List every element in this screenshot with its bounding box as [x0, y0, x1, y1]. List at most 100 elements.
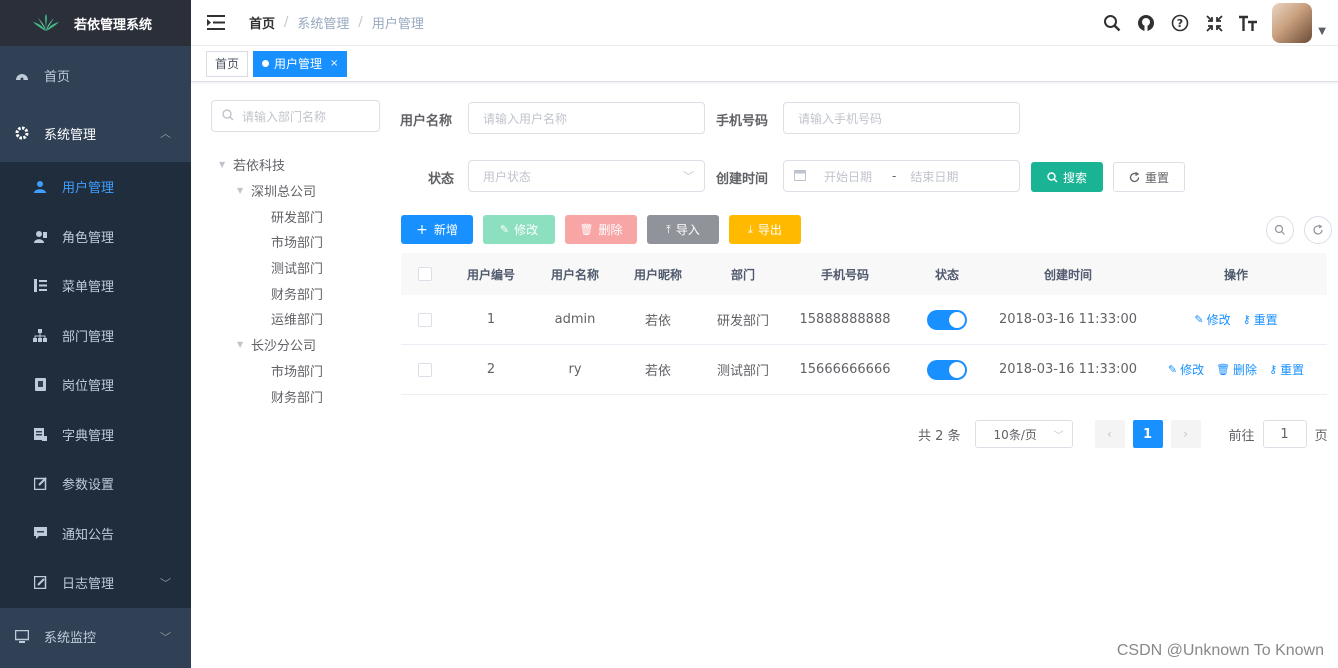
question-icon[interactable]: ? [1170, 13, 1190, 33]
message-icon [32, 525, 48, 541]
search-button[interactable]: 搜索 [1031, 162, 1103, 192]
link-label: 重置 [1280, 363, 1305, 377]
sidebar-item-dept[interactable]: 部门管理 [0, 311, 191, 361]
github-icon[interactable] [1136, 13, 1156, 33]
start-date-placeholder[interactable]: 开始日期 [824, 168, 872, 185]
refresh-button[interactable] [1304, 216, 1332, 244]
tags-view: 首页 用户管理 × [191, 46, 1338, 82]
sidebar-item-user[interactable]: 用户管理 [0, 162, 191, 212]
sidebar-item-role[interactable]: 角色管理 [0, 212, 191, 262]
next-page-button[interactable]: › [1170, 420, 1201, 448]
navbar-right: ? ▼ [1088, 0, 1326, 46]
sidebar-item-notice[interactable]: 通知公告 [0, 509, 191, 559]
sidebar-item-menu[interactable]: 菜单管理 [0, 261, 191, 311]
sidebar-item-label: 日志管理 [62, 577, 115, 593]
sidebar-item-log[interactable]: 日志管理 ﹀ [0, 558, 191, 608]
tree-node[interactable]: ▼ 深圳总公司 [219, 178, 323, 204]
row-delete-link[interactable]: 🗑 删除 [1216, 361, 1257, 378]
end-date-placeholder[interactable]: 结束日期 [910, 168, 958, 185]
search-icon[interactable] [1102, 13, 1122, 33]
tag-user-management[interactable]: 用户管理 × [253, 50, 348, 77]
prev-page-button[interactable]: ‹ [1094, 420, 1125, 448]
page-number-button[interactable]: 1 [1132, 420, 1163, 448]
date-range-picker[interactable]: 开始日期 - 结束日期 [783, 160, 1020, 192]
search-button-label: 搜索 [1062, 170, 1087, 185]
select-all-checkbox[interactable] [401, 267, 449, 281]
tree-node[interactable]: 市场部门 [219, 358, 323, 384]
page-size-select[interactable]: 10条/页 ﹀ [974, 420, 1073, 448]
chevron-down-icon: ﹀ [160, 576, 171, 590]
edit-icon: ✎ [499, 223, 510, 236]
tree-node[interactable]: 测试部门 [219, 255, 323, 281]
row-edit-link[interactable]: ✎ 修改 [1194, 311, 1230, 328]
tree-node[interactable]: ▼ 若依科技 [219, 152, 323, 178]
dict-icon [32, 426, 48, 442]
toggle-search-button[interactable] [1266, 216, 1294, 244]
row-reset-link[interactable]: ⚷ 重置 [1269, 361, 1304, 378]
hamburger-icon[interactable] [207, 14, 227, 31]
sidebar-item-monitor[interactable]: 系统监控 ﹀ [0, 607, 191, 666]
row-edit-link[interactable]: ✎ 修改 [1168, 361, 1204, 378]
tree-node-label: 运维部门 [271, 313, 324, 329]
close-icon[interactable]: × [330, 52, 338, 76]
edit-button[interactable]: ✎ 修改 [483, 215, 555, 244]
sidebar-item-config[interactable]: 参数设置 [0, 459, 191, 509]
refresh-icon [1129, 171, 1140, 182]
sidebar-item-post[interactable]: 岗位管理 [0, 360, 191, 410]
role-icon [32, 228, 48, 244]
sidebar-item-home[interactable]: 首页 [0, 46, 191, 104]
edit-button-label: 修改 [514, 223, 539, 237]
tree-node-label: 若依科技 [233, 159, 286, 175]
status-switch[interactable] [927, 309, 967, 330]
row-checkbox[interactable] [401, 312, 449, 327]
menu-tree-icon [32, 278, 48, 294]
username-input[interactable]: 请输入用户名称 [468, 102, 705, 134]
pagination-total: 共 2 条 [918, 428, 961, 444]
column-header: 创建时间 [1043, 267, 1092, 282]
reset-button[interactable]: 重置 [1113, 162, 1185, 192]
add-button[interactable]: + 新增 [401, 215, 473, 244]
tree-node-label: 财务部门 [271, 287, 324, 303]
tree-node[interactable]: 财务部门 [219, 280, 323, 306]
tree-node-label: 测试部门 [271, 262, 324, 278]
status-select[interactable]: 用户状态 ﹀ [468, 160, 705, 192]
gear-icon [14, 125, 30, 141]
table-header: 用户编号 用户名称 用户昵称 部门 手机号码 状态 创建时间 操作 [401, 253, 1327, 295]
create-time-label: 创建时间 [716, 172, 769, 187]
phone-input[interactable]: 请输入手机号码 [783, 102, 1020, 134]
log-icon [32, 575, 48, 591]
row-reset-link[interactable]: ⚷ 重置 [1243, 311, 1278, 328]
row-checkbox[interactable] [401, 362, 449, 377]
trash-icon: 🗑 [579, 223, 594, 236]
export-button[interactable]: ⤓ 导出 [729, 215, 801, 244]
caret-down-icon[interactable]: ▼ [1318, 26, 1326, 37]
tree-node-label: 长沙分公司 [251, 339, 317, 355]
fullscreen-exit-icon[interactable] [1204, 13, 1224, 33]
goto-page-input[interactable]: 1 [1262, 420, 1307, 448]
import-button[interactable]: ⤒ 导入 [647, 215, 719, 244]
sidebar-item-system[interactable]: 系统管理 ︿ [0, 104, 191, 162]
tree-node[interactable]: 运维部门 [219, 306, 323, 332]
dept-search-input[interactable]: 请输入部门名称 [211, 100, 380, 132]
tree-node-label: 研发部门 [271, 210, 324, 226]
tree-node[interactable]: 市场部门 [219, 229, 323, 255]
monitor-icon [14, 629, 30, 645]
refresh-icon [1313, 224, 1323, 235]
delete-button[interactable]: 🗑 删除 [565, 215, 637, 244]
tag-label: 用户管理 [274, 56, 323, 71]
link-label: 删除 [1233, 363, 1258, 377]
sidebar-item-dict[interactable]: 字典管理 [0, 410, 191, 460]
status-switch[interactable] [927, 359, 967, 380]
tree-node-label: 市场部门 [271, 236, 324, 252]
sidebar-item-label: 首页 [44, 69, 71, 85]
tag-home[interactable]: 首页 [206, 50, 249, 77]
tree-node[interactable]: 财务部门 [219, 383, 323, 409]
tree-node[interactable]: 研发部门 [219, 203, 323, 229]
breadcrumb-home[interactable]: 首页 [249, 13, 275, 32]
tree-node[interactable]: ▼ 长沙分公司 [219, 332, 323, 358]
avatar[interactable] [1272, 3, 1313, 43]
dashboard-icon [14, 67, 30, 83]
logo[interactable]: 若依管理系统 [0, 0, 191, 46]
sidebar-item-label: 参数设置 [62, 478, 115, 494]
font-size-icon[interactable] [1238, 13, 1258, 33]
